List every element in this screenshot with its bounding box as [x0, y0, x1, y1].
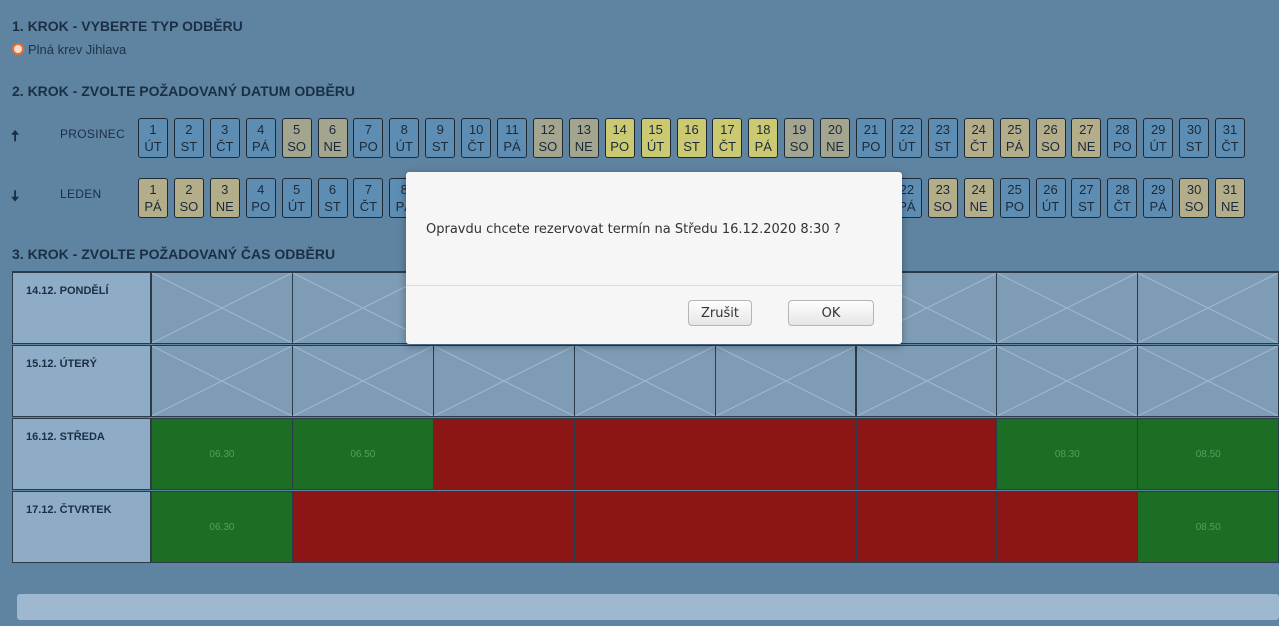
cancel-button[interactable]: Zrušit	[688, 300, 752, 326]
confirm-dialog: Opravdu chcete rezervovat termín na Stře…	[406, 172, 902, 344]
dialog-divider	[406, 285, 902, 286]
reservation-page: 1. KROK - VYBERTE TYP ODBĚRU Plná krev J…	[0, 0, 1279, 626]
ok-button[interactable]: OK	[788, 300, 874, 326]
dialog-message: Opravdu chcete rezervovat termín na Stře…	[426, 222, 841, 237]
modal-overlay: Opravdu chcete rezervovat termín na Stře…	[0, 0, 1279, 626]
